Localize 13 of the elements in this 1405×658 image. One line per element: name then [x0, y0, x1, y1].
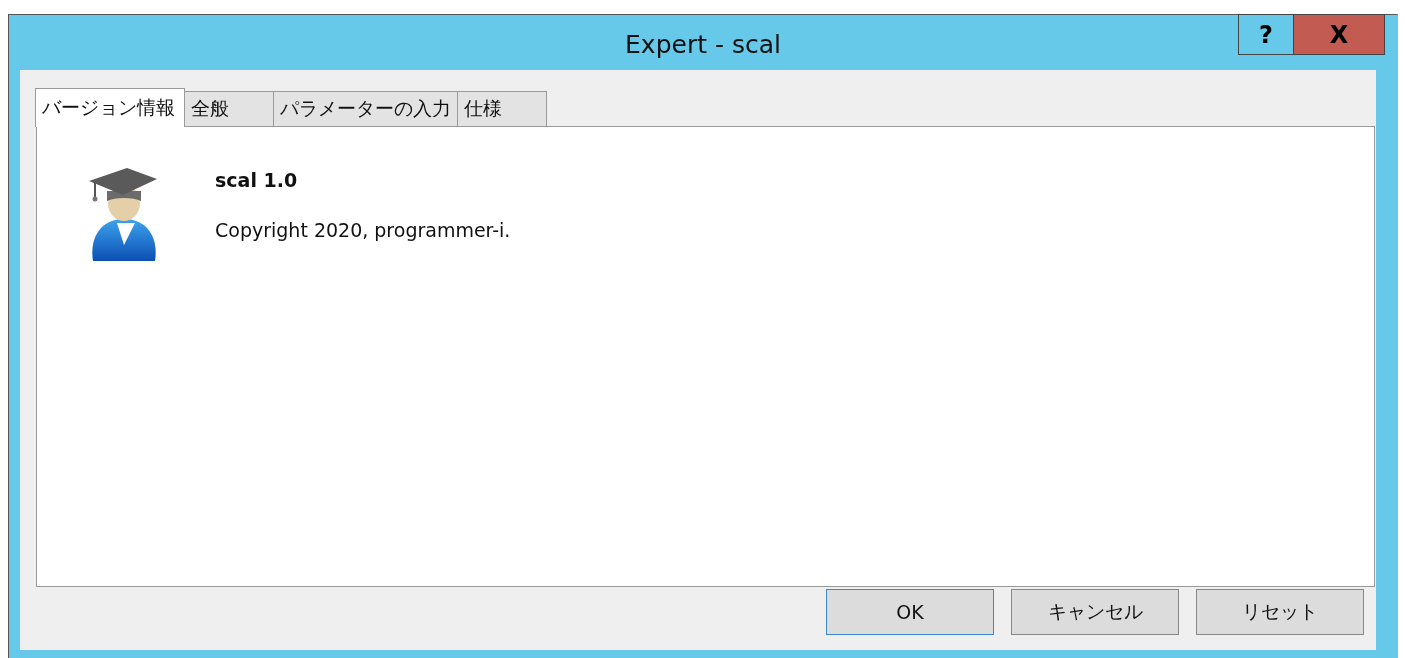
help-button[interactable]: ?: [1238, 14, 1294, 55]
window-title: Expert - scal: [625, 29, 781, 59]
tab[interactable]: 全般: [184, 91, 274, 126]
dialog-button[interactable]: OK: [826, 589, 994, 635]
tab[interactable]: 仕様: [457, 91, 547, 126]
dialog-button[interactable]: リセット: [1196, 589, 1364, 635]
program-name: scal 1.0: [215, 169, 299, 191]
copyright-text: Copyright 2020, programmer-i.: [215, 219, 511, 241]
tab[interactable]: パラメーターの入力: [273, 91, 458, 126]
graduate-icon: [89, 165, 159, 263]
tab[interactable]: バージョン情報: [35, 88, 185, 127]
close-button[interactable]: X: [1294, 14, 1385, 55]
dialog-button[interactable]: キャンセル: [1011, 589, 1179, 635]
